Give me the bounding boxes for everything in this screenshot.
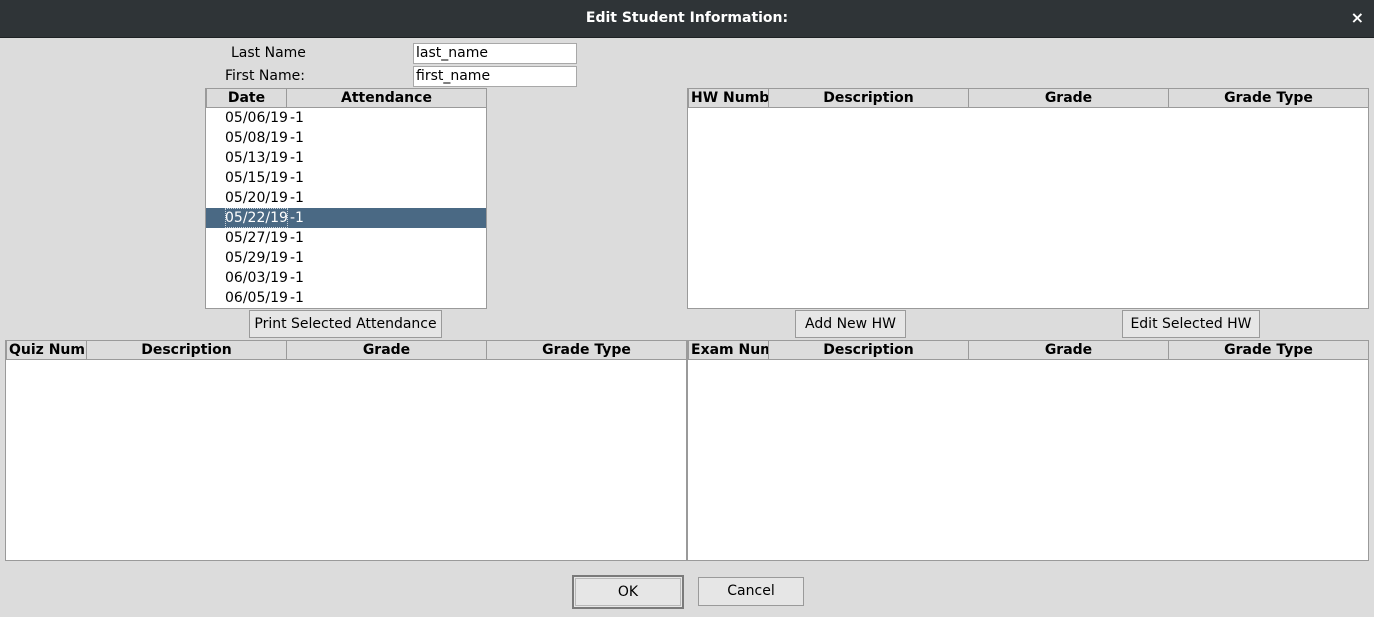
quiz-header: Quiz Numb Description Grade Grade Type: [6, 341, 686, 360]
hw-col-number[interactable]: HW Numbe: [688, 89, 769, 108]
attendance-value-cell: -1: [290, 210, 304, 226]
attendance-value-cell: -1: [290, 270, 304, 286]
attendance-date-cell: 05/13/19: [225, 150, 288, 166]
title-bar: Edit Student Information: ×: [0, 0, 1374, 38]
attendance-value-cell: -1: [290, 250, 304, 266]
attendance-row[interactable]: 05/15/19 -1: [206, 168, 486, 188]
exam-col-number[interactable]: Exam Num: [688, 341, 769, 360]
exam-table[interactable]: Exam Num Description Grade Grade Type: [687, 340, 1369, 561]
attendance-date-cell: 06/03/19: [225, 270, 288, 286]
attendance-row[interactable]: 05/27/19 -1: [206, 228, 486, 248]
print-attendance-button[interactable]: Print Selected Attendance: [249, 310, 442, 338]
attendance-value-cell: -1: [290, 290, 304, 306]
attendance-row[interactable]: 05/13/19 -1: [206, 148, 486, 168]
hw-col-grade[interactable]: Grade: [968, 89, 1169, 108]
close-icon[interactable]: ×: [1351, 8, 1364, 27]
attendance-date-cell: 05/06/19: [225, 110, 288, 126]
exam-col-grade-type[interactable]: Grade Type: [1168, 341, 1368, 360]
attendance-col-attendance[interactable]: Attendance: [286, 89, 486, 108]
attendance-header: Date Attendance: [206, 89, 486, 108]
hw-table[interactable]: HW Numbe Description Grade Grade Type: [687, 88, 1369, 309]
quiz-col-grade[interactable]: Grade: [286, 341, 487, 360]
attendance-row[interactable]: 05/29/19 -1: [206, 248, 486, 268]
edit-hw-button[interactable]: Edit Selected HW: [1122, 310, 1260, 338]
attendance-date-cell: 05/20/19: [225, 190, 288, 206]
attendance-value-cell: -1: [290, 110, 304, 126]
quiz-table[interactable]: Quiz Numb Description Grade Grade Type: [5, 340, 687, 561]
attendance-col-date[interactable]: Date: [206, 89, 287, 108]
attendance-value-cell: -1: [290, 190, 304, 206]
first-name-label: First Name:: [225, 68, 305, 84]
quiz-col-description[interactable]: Description: [86, 341, 287, 360]
attendance-date-cell: 05/22/19: [225, 208, 288, 228]
attendance-date-cell: 05/29/19: [225, 250, 288, 266]
hw-header: HW Numbe Description Grade Grade Type: [688, 89, 1368, 108]
attendance-row[interactable]: 05/06/19 -1: [206, 108, 486, 128]
quiz-col-number[interactable]: Quiz Numb: [6, 341, 87, 360]
attendance-date-cell: 05/08/19: [225, 130, 288, 146]
hw-col-grade-type[interactable]: Grade Type: [1168, 89, 1368, 108]
add-hw-button[interactable]: Add New HW: [795, 310, 906, 338]
attendance-row[interactable]: 05/22/19 -1: [206, 208, 486, 228]
window-title: Edit Student Information:: [585, 10, 789, 26]
attendance-row[interactable]: 06/03/19 -1: [206, 268, 486, 288]
ok-button[interactable]: OK: [572, 575, 684, 609]
last-name-field[interactable]: last_name: [413, 43, 577, 64]
attendance-date-cell: 06/05/19: [225, 290, 288, 306]
attendance-table[interactable]: Date Attendance 05/06/19 -1 05/08/19 -1 05/1…: [205, 88, 487, 309]
attendance-date-cell: 05/15/19: [225, 170, 288, 186]
attendance-row[interactable]: 06/05/19 -1: [206, 288, 486, 308]
attendance-value-cell: -1: [290, 150, 304, 166]
attendance-value-cell: -1: [290, 130, 304, 146]
first-name-field[interactable]: first_name: [413, 66, 577, 87]
last-name-label: Last Name: [231, 45, 306, 61]
attendance-value-cell: -1: [290, 230, 304, 246]
attendance-row[interactable]: 05/08/19 -1: [206, 128, 486, 148]
quiz-col-grade-type[interactable]: Grade Type: [486, 341, 686, 360]
exam-col-grade[interactable]: Grade: [968, 341, 1169, 360]
hw-col-description[interactable]: Description: [768, 89, 969, 108]
attendance-value-cell: -1: [290, 170, 304, 186]
exam-col-description[interactable]: Description: [768, 341, 969, 360]
attendance-row[interactable]: 05/20/19 -1: [206, 188, 486, 208]
cancel-button[interactable]: Cancel: [698, 577, 804, 606]
exam-header: Exam Num Description Grade Grade Type: [688, 341, 1368, 360]
attendance-date-cell: 05/27/19: [225, 230, 288, 246]
